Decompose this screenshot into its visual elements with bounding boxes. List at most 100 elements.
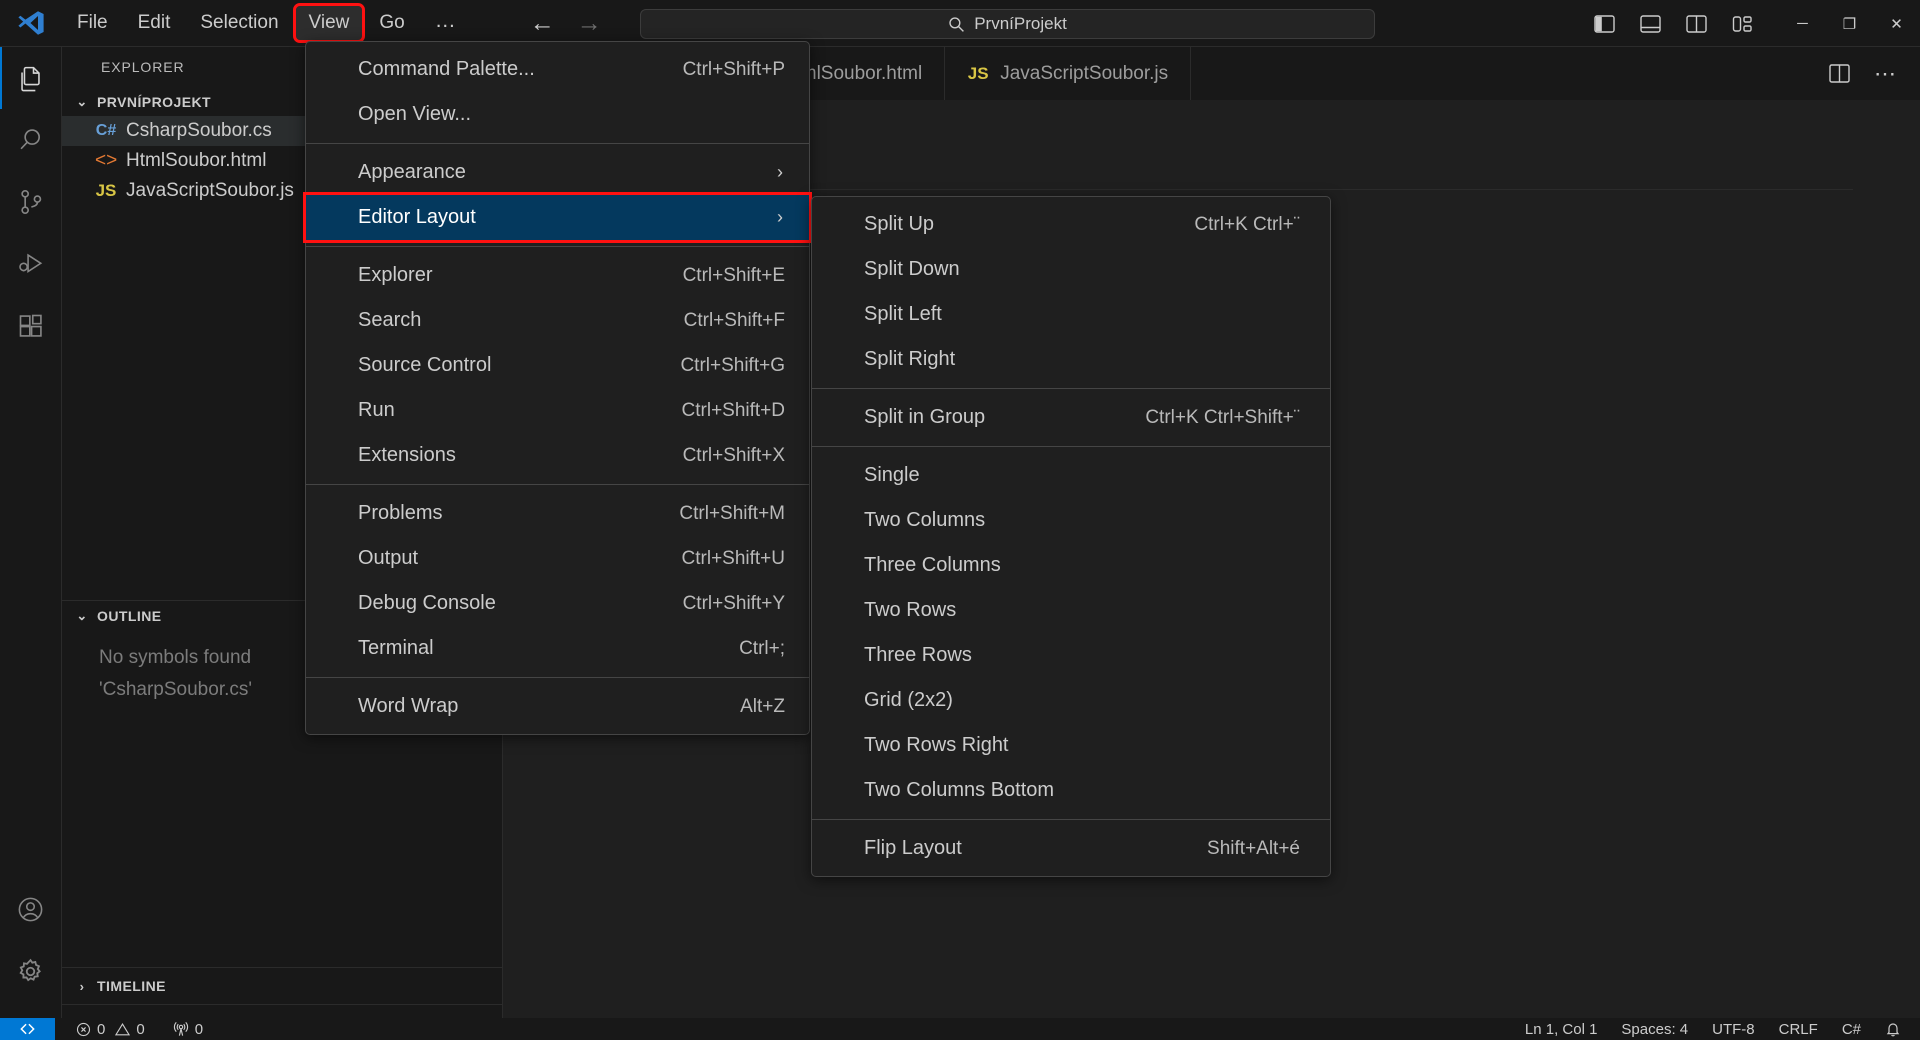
sidebar-item-explorer[interactable] [0,47,62,109]
view-menu-item-problems[interactable]: ProblemsCtrl+Shift+M [306,491,809,536]
layout-menu-item-two-rows-right[interactable]: Two Rows Right [812,723,1330,768]
menu-go[interactable]: Go [366,6,417,40]
menu-item-label: Extensions [358,444,643,467]
layout-menu-item-three-rows[interactable]: Three Rows [812,633,1330,678]
layout-menu-item-two-columns-bottom[interactable]: Two Columns Bottom [812,768,1330,813]
menu-item-shortcut: Ctrl+K Ctrl+Shift+¨ [1145,407,1300,429]
menu-item-label: Explorer [358,264,643,287]
accounts-button[interactable] [0,878,62,940]
sidebar-item-search[interactable] [0,109,62,171]
close-button[interactable]: ✕ [1873,0,1920,47]
minimize-button[interactable]: ─ [1779,0,1826,47]
menu-item-label: Single [864,464,1300,487]
view-menu-item-editor-layout[interactable]: Editor Layout› [306,195,809,240]
customize-layout-icon[interactable] [1719,6,1765,42]
tab-javascriptsoubor[interactable]: JS JavaScriptSoubor.js [945,47,1191,100]
view-menu-item-search[interactable]: SearchCtrl+Shift+F [306,298,809,343]
status-eol[interactable]: CRLF [1770,1018,1827,1040]
menu-overflow-icon[interactable]: … [422,9,470,38]
ellipsis-icon[interactable]: ⋯ [1864,53,1906,95]
layout-menu-item-two-columns[interactable]: Two Columns [812,498,1330,543]
layout-menu-item-split-right[interactable]: Split Right [812,337,1330,382]
view-menu-item-separator [306,484,809,485]
status-encoding[interactable]: UTF-8 [1703,1018,1764,1040]
sidebar-item-source-control[interactable] [0,171,62,233]
remote-indicator-icon[interactable] [0,1018,55,1040]
warning-count: 0 [136,1021,144,1038]
view-menu-item-extensions[interactable]: ExtensionsCtrl+Shift+X [306,433,809,478]
menu-item-shortcut: Alt+Z [740,696,785,718]
maximize-button[interactable]: ❐ [1826,0,1873,47]
source-control-icon [17,188,45,216]
menu-item-label: Two Rows [864,599,1300,622]
view-menu-item-explorer[interactable]: Explorer Ctrl+Shift+E [306,253,809,298]
split-editor-icon[interactable] [1818,53,1860,95]
view-menu-item-word-wrap[interactable]: Word Wrap Alt+Z [306,684,809,729]
timeline-header[interactable]: › TIMELINE [62,968,503,1004]
file-label: HtmlSoubor.html [126,150,266,172]
view-menu-item-appearance[interactable]: Appearance› [306,150,809,195]
view-menu-item-open-view[interactable]: Open View... [306,92,809,137]
javascript-icon: JS [95,181,117,201]
menu-item-label: Grid (2x2) [864,689,1300,712]
menu-item-shortcut: Ctrl+Shift+Y [683,593,785,615]
view-menu-item-separator [306,677,809,678]
sidebar-item-run-and-debug[interactable] [0,233,62,295]
bell-icon[interactable] [1876,1018,1910,1040]
file-label: JavaScriptSoubor.js [126,180,294,202]
layout-menu-item-flip-layout[interactable]: Flip LayoutShift+Alt+é [812,826,1330,871]
view-menu-item-command-palette[interactable]: Command Palette...Ctrl+Shift+P [306,47,809,92]
menu-item-label: Flip Layout [864,837,1167,860]
back-arrow-icon[interactable]: ← [530,11,555,36]
view-menu-item-terminal[interactable]: TerminalCtrl+; [306,626,809,671]
forward-arrow-icon[interactable]: → [577,11,602,36]
html-icon: <> [95,150,117,172]
toggle-primary-sidebar-icon[interactable] [1581,6,1627,42]
view-menu-item-source-control[interactable]: Source ControlCtrl+Shift+G [306,343,809,388]
menu-item-shortcut: Ctrl+Shift+E [683,265,785,287]
menu-item-label: Two Columns Bottom [864,779,1300,802]
layout-menu-item-grid-2x2[interactable]: Grid (2x2) [812,678,1330,723]
command-center[interactable]: PrvníProjekt [640,9,1375,39]
toggle-panel-icon[interactable] [1627,6,1673,42]
window-controls: ─ ❐ ✕ [1779,0,1920,47]
layout-menu-item-split-in-group[interactable]: Split in Group Ctrl+K Ctrl+Shift+¨ [812,395,1330,440]
toggle-secondary-sidebar-icon[interactable] [1673,6,1719,42]
layout-menu-item-split-down[interactable]: Split Down [812,247,1330,292]
view-menu-item-separator [306,143,809,144]
status-cursor-position[interactable]: Ln 1, Col 1 [1516,1018,1607,1040]
layout-menu-item-split-up[interactable]: Split UpCtrl+K Ctrl+¨ [812,202,1330,247]
editor-layout-submenu: Split UpCtrl+K Ctrl+¨Split DownSplit Lef… [811,196,1331,877]
menu-view[interactable]: View [296,6,363,40]
menu-bar: File Edit Selection View Go … [62,0,472,47]
status-language-mode[interactable]: C# [1833,1018,1870,1040]
status-bar-right: Ln 1, Col 1 Spaces: 4 UTF-8 CRLF C# [1516,1018,1920,1040]
menu-item-label: Two Rows Right [864,734,1300,757]
layout-menu-item-split-left[interactable]: Split Left [812,292,1330,337]
manage-settings-button[interactable] [0,940,62,1002]
titlebar-right: ─ ❐ ✕ [1581,0,1920,47]
vscode-logo-icon [0,0,62,47]
timeline-label: TIMELINE [97,978,166,994]
menu-selection[interactable]: Selection [187,6,291,40]
title-bar: File Edit Selection View Go … ← → PrvníP… [0,0,1920,47]
view-menu-item-run[interactable]: RunCtrl+Shift+D [306,388,809,433]
status-ports[interactable]: 0 [164,1018,212,1040]
view-menu-item-debug-console[interactable]: Debug ConsoleCtrl+Shift+Y [306,581,809,626]
view-menu-item-output[interactable]: OutputCtrl+Shift+U [306,536,809,581]
menu-item-label: Open View... [358,103,785,126]
menu-file[interactable]: File [64,6,121,40]
layout-menu-item-two-rows[interactable]: Two Rows [812,588,1330,633]
menu-edit[interactable]: Edit [125,6,184,40]
outline-label: OUTLINE [97,608,162,624]
vscode-window: File Edit Selection View Go … ← → PrvníP… [0,0,1920,1040]
menu-item-label: Word Wrap [358,695,700,718]
javascript-icon: JS [967,64,989,84]
status-indentation[interactable]: Spaces: 4 [1612,1018,1697,1040]
menu-item-label: Split in Group [864,406,1105,429]
layout-menu-item-single[interactable]: Single [812,453,1330,498]
sidebar-item-extensions[interactable] [0,295,62,357]
menu-item-label: Source Control [358,354,640,377]
layout-menu-item-three-columns[interactable]: Three Columns [812,543,1330,588]
status-problems[interactable]: 0 0 [67,1018,154,1040]
